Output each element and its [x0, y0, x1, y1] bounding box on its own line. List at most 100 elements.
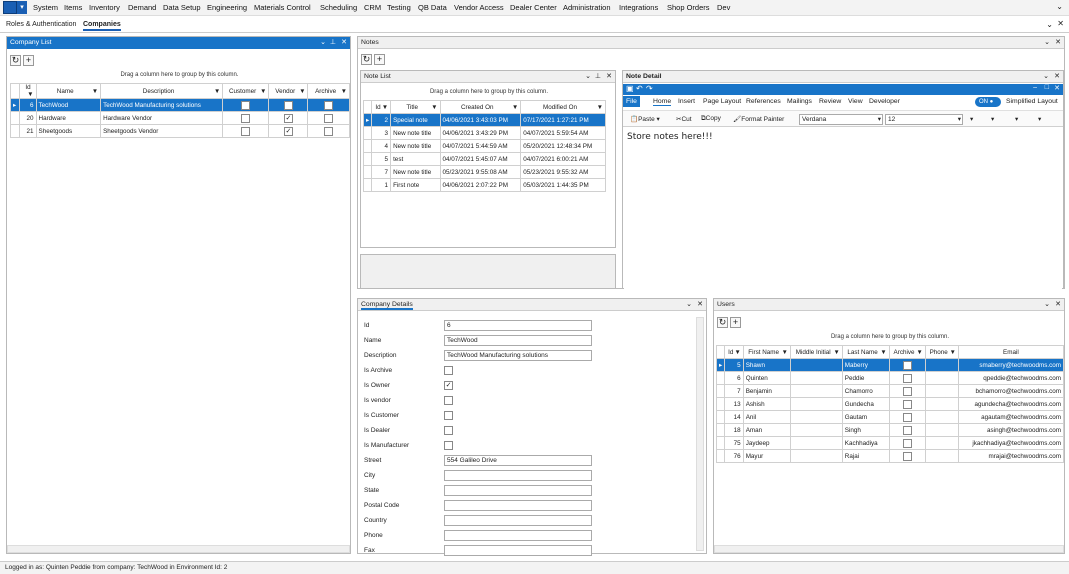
- archive-checkbox[interactable]: [902, 425, 912, 435]
- column-header[interactable]: Phone ▼: [924, 345, 959, 359]
- shrink-font-dropdown-icon[interactable]: ▾: [991, 115, 994, 123]
- column-header[interactable]: Created On ▼: [439, 100, 522, 114]
- field-input[interactable]: [444, 470, 592, 481]
- table-row[interactable]: ▸ 2 Special note 04/06/2021 3:43:03 PM 07/17…: [362, 113, 606, 127]
- note-editor[interactable]: Store notes here!!!: [624, 129, 1062, 289]
- archive-checkbox[interactable]: [902, 386, 912, 396]
- column-header[interactable]: Description ▼: [100, 83, 224, 99]
- ribbon-tab-mailings[interactable]: Mailings: [787, 98, 812, 105]
- field-input[interactable]: [444, 530, 592, 541]
- company-list-close-icon[interactable]: ✕: [341, 37, 347, 49]
- filter-icon[interactable]: ▼: [382, 104, 388, 111]
- company-details-chevron-icon[interactable]: ⌄: [686, 299, 692, 311]
- users-add-icon[interactable]: +: [730, 317, 741, 328]
- ribbon-tab-page-layout[interactable]: Page Layout: [703, 98, 741, 105]
- column-header[interactable]: Id ▼: [371, 100, 392, 114]
- users-chevron-icon[interactable]: ⌄: [1044, 299, 1050, 311]
- customer-checkbox[interactable]: [241, 113, 251, 123]
- filter-icon[interactable]: ▼: [734, 349, 740, 356]
- maximize-icon[interactable]: □: [1045, 84, 1049, 91]
- copy-button[interactable]: ⧉Copy: [701, 115, 721, 123]
- column-header[interactable]: Middle Initial ▼: [789, 345, 843, 359]
- filter-icon[interactable]: ▼: [92, 88, 98, 95]
- table-row[interactable]: ▸ 6 TechWood TechWood Manufacturing solutio…: [9, 98, 350, 112]
- field-input[interactable]: [444, 500, 592, 511]
- archive-checkbox[interactable]: [324, 113, 334, 123]
- undo-icon[interactable]: ↶: [636, 84, 643, 93]
- menu-dealer-center[interactable]: Dealer Center: [510, 3, 557, 12]
- column-header[interactable]: Last Name ▼: [841, 345, 890, 359]
- column-header[interactable]: Id ▼: [724, 345, 744, 359]
- note-list-pin-icon[interactable]: ⊥: [595, 71, 601, 83]
- ribbon-tab-home[interactable]: Home: [653, 98, 672, 106]
- font-size-select[interactable]: 12 ▾: [885, 114, 963, 125]
- redo-icon[interactable]: ↷: [646, 84, 653, 93]
- table-row[interactable]: 18 Aman Singh asingh@techwoodms.com: [715, 423, 1065, 437]
- table-row[interactable]: 21 Sheetgoods Sheetgoods Vendor ✓: [9, 124, 350, 138]
- archive-checkbox[interactable]: [324, 126, 334, 136]
- column-header[interactable]: Email: [957, 345, 1065, 359]
- filter-icon[interactable]: ▼: [27, 91, 33, 98]
- ribbon-tab-review[interactable]: Review: [819, 98, 841, 105]
- column-header[interactable]: Customer ▼: [222, 83, 270, 99]
- tabs-chevron-icon[interactable]: ⌄: [1046, 20, 1053, 29]
- table-row[interactable]: 4 New note title 04/07/2021 5:44:59 AM 05/2…: [362, 139, 606, 153]
- menu-items[interactable]: Items: [64, 3, 82, 12]
- menu-qb-data[interactable]: QB Data: [418, 3, 447, 12]
- minimize-icon[interactable]: –: [1033, 84, 1037, 91]
- table-row[interactable]: 75 Jaydeep Kachhadiya jkachhadiya@techwoodm…: [715, 436, 1065, 450]
- notes-chevron-icon[interactable]: ⌄: [1044, 37, 1050, 49]
- add-icon[interactable]: +: [23, 55, 34, 66]
- archive-checkbox[interactable]: [902, 360, 912, 370]
- note-detail-chevron-icon[interactable]: ⌄: [1043, 71, 1049, 83]
- menu-administration[interactable]: Administration: [563, 3, 611, 12]
- field-input[interactable]: TechWood Manufacturing solutions: [444, 350, 592, 361]
- archive-checkbox[interactable]: [324, 100, 334, 110]
- table-row[interactable]: 13 Ashish Gundecha agundecha@techwoodms.com: [715, 397, 1065, 411]
- menu-system[interactable]: System: [33, 3, 58, 12]
- field-input[interactable]: 554 Galileo Drive: [444, 455, 592, 466]
- column-header[interactable]: Modified On ▼: [520, 100, 606, 114]
- column-header[interactable]: Name ▼: [35, 83, 102, 99]
- grow-font-dropdown-icon[interactable]: ▾: [970, 115, 973, 123]
- menu-engineering[interactable]: Engineering: [207, 3, 247, 12]
- menu-vendor-access[interactable]: Vendor Access: [454, 3, 504, 12]
- filter-icon[interactable]: ▼: [834, 349, 840, 356]
- note-detail-close-icon[interactable]: ✕: [1054, 71, 1060, 83]
- clear-format-dropdown-icon[interactable]: ▾: [1038, 115, 1041, 123]
- company-details-close-icon[interactable]: ✕: [697, 299, 703, 311]
- users-horizontal-scrollbar[interactable]: [714, 545, 1064, 553]
- column-header[interactable]: Vendor ▼: [268, 83, 309, 99]
- customer-checkbox[interactable]: [241, 100, 251, 110]
- table-row[interactable]: 3 New note title 04/06/2021 3:43:29 PM 04/0…: [362, 126, 606, 140]
- archive-checkbox[interactable]: [902, 412, 912, 422]
- filter-icon[interactable]: ▼: [260, 88, 266, 95]
- filter-icon[interactable]: ▼: [880, 349, 886, 356]
- cut-button[interactable]: ✂Cut: [676, 115, 692, 123]
- field-input[interactable]: 6: [444, 320, 592, 331]
- company-list-pin-icon[interactable]: ⊥: [330, 37, 336, 49]
- paste-button[interactable]: 📋Paste ▾: [630, 115, 660, 123]
- save-icon[interactable]: ▣: [626, 84, 634, 93]
- filter-icon[interactable]: ▼: [431, 104, 437, 111]
- ribbon-tab-developer[interactable]: Developer: [869, 98, 900, 105]
- filter-icon[interactable]: ▼: [782, 349, 788, 356]
- users-refresh-icon[interactable]: ↻: [717, 317, 728, 328]
- menu-testing[interactable]: Testing: [387, 3, 411, 12]
- field-checkbox[interactable]: [444, 426, 453, 435]
- filter-icon[interactable]: ▼: [341, 88, 347, 95]
- tab-companies[interactable]: Companies: [83, 21, 121, 31]
- archive-checkbox[interactable]: [902, 438, 912, 448]
- field-input[interactable]: [444, 515, 592, 526]
- ribbon-tab-references[interactable]: References: [746, 98, 781, 105]
- ribbon-tab-insert[interactable]: Insert: [678, 98, 695, 105]
- company-list-chevron-icon[interactable]: ⌄: [320, 37, 326, 49]
- table-row[interactable]: ▸ 5 Shawn Maberry smaberry@techwoodms.com: [715, 358, 1065, 372]
- field-input[interactable]: [444, 485, 592, 496]
- customer-checkbox[interactable]: [241, 126, 251, 136]
- vertical-scrollbar[interactable]: [696, 317, 704, 551]
- vendor-checkbox[interactable]: ✓: [283, 126, 293, 136]
- app-menu-dropdown-icon[interactable]: ▾: [17, 1, 27, 14]
- note-list-chevron-icon[interactable]: ⌄: [585, 71, 591, 83]
- menu-shop-orders[interactable]: Shop Orders: [667, 3, 710, 12]
